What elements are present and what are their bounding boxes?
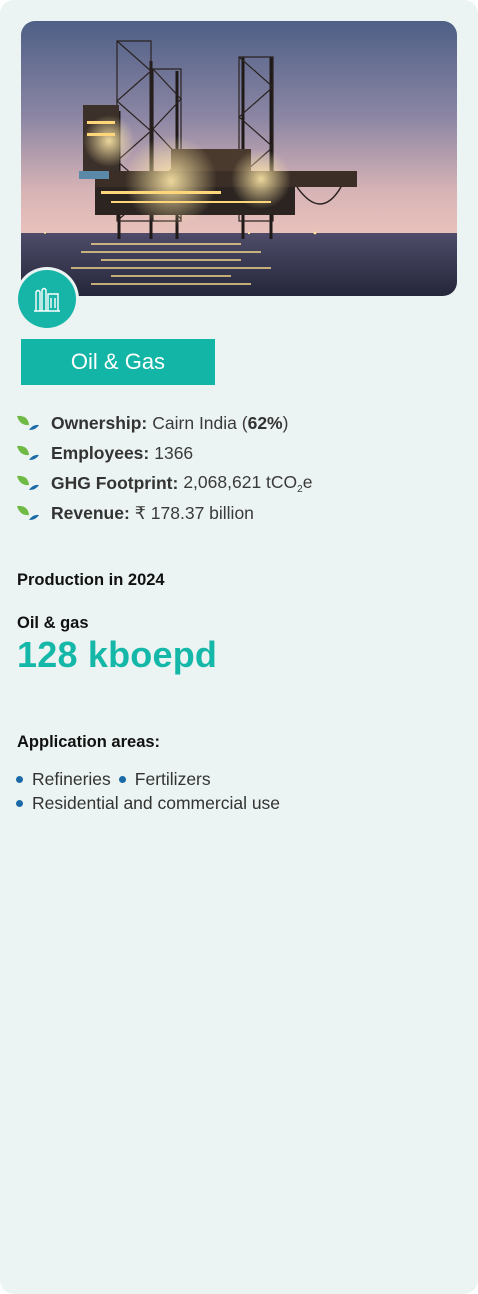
fact-value: Cairn India (62%)	[152, 412, 289, 433]
bullet-icon	[118, 775, 126, 783]
leaf-icon	[17, 415, 39, 430]
list-item: Fertilizers	[118, 769, 211, 790]
offshore-rig-image	[21, 21, 457, 296]
fact-value: ₹ 178.37 billion	[134, 502, 254, 523]
bullet-icon	[16, 775, 23, 783]
leaf-icon	[17, 505, 39, 520]
list-item: Residential and commercial use	[16, 793, 280, 814]
fact-label: Ownership:	[51, 412, 148, 433]
sector-title: Oil & Gas	[21, 339, 215, 385]
company-card: Oil & Gas Ownership: Cairn India (62%) E…	[0, 0, 478, 1294]
fact-ownership: Ownership: Cairn India (62%)	[16, 408, 312, 438]
fact-value: 1366	[154, 442, 194, 463]
leaf-icon	[17, 445, 39, 460]
industry-icon	[18, 270, 76, 328]
fact-revenue: Revenue: ₹ 178.37 billion	[16, 498, 312, 528]
fact-label: GHG Footprint:	[51, 472, 179, 493]
fact-value: 2,068,621 tCO2e	[183, 471, 313, 495]
fact-label: Employees:	[51, 442, 150, 463]
metric-value: 128 kboepd	[17, 634, 218, 675]
applications-list: Refineries Fertilizers Residential and c…	[16, 767, 456, 815]
facts-list: Ownership: Cairn India (62%) Employees: …	[16, 408, 312, 528]
fact-label: Revenue:	[51, 502, 130, 523]
production-heading: Production in 2024	[17, 571, 165, 589]
list-item: Refineries	[16, 769, 111, 790]
fact-employees: Employees: 1366	[16, 438, 312, 468]
bullet-icon	[16, 799, 23, 807]
applications-heading: Application areas:	[17, 733, 161, 751]
metric-label: Oil & gas	[17, 614, 89, 632]
fact-ghg-footprint: GHG Footprint: 2,068,621 tCO2e	[16, 468, 312, 498]
leaf-icon	[17, 475, 39, 490]
